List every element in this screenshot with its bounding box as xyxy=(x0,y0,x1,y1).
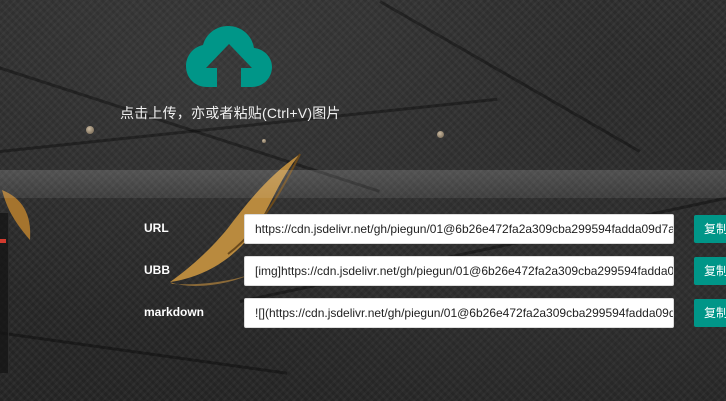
divider-bar xyxy=(0,170,726,198)
copy-ubb-button[interactable]: 复制 xyxy=(694,257,726,285)
paver-seam xyxy=(0,330,288,375)
url-link-field[interactable]: https://cdn.jsdelivr.net/gh/piegun/01@6b… xyxy=(244,214,674,244)
link-row-url: URL https://cdn.jsdelivr.net/gh/piegun/0… xyxy=(0,213,726,245)
row-label: URL xyxy=(144,221,169,235)
row-label: UBB xyxy=(144,263,170,277)
row-label: markdown xyxy=(144,305,205,319)
link-row-ubb: UBB [img]https://cdn.jsdelivr.net/gh/pie… xyxy=(0,255,726,287)
copy-url-button[interactable]: 复制 xyxy=(694,215,726,243)
cloud-upload-icon[interactable] xyxy=(186,26,272,88)
markdown-link-field[interactable]: ![](https://cdn.jsdelivr.net/gh/piegun/0… xyxy=(244,298,674,328)
ubb-link-field[interactable]: [img]https://cdn.jsdelivr.net/gh/piegun/… xyxy=(244,256,674,286)
copy-markdown-button[interactable]: 复制 xyxy=(694,299,726,327)
upload-dropzone[interactable]: 点击上传，亦或者粘贴(Ctrl+V)图片 xyxy=(0,0,726,170)
upload-hint-text: 点击上传，亦或者粘贴(Ctrl+V)图片 xyxy=(120,105,341,121)
link-row-markdown: markdown ![](https://cdn.jsdelivr.net/gh… xyxy=(0,297,726,329)
